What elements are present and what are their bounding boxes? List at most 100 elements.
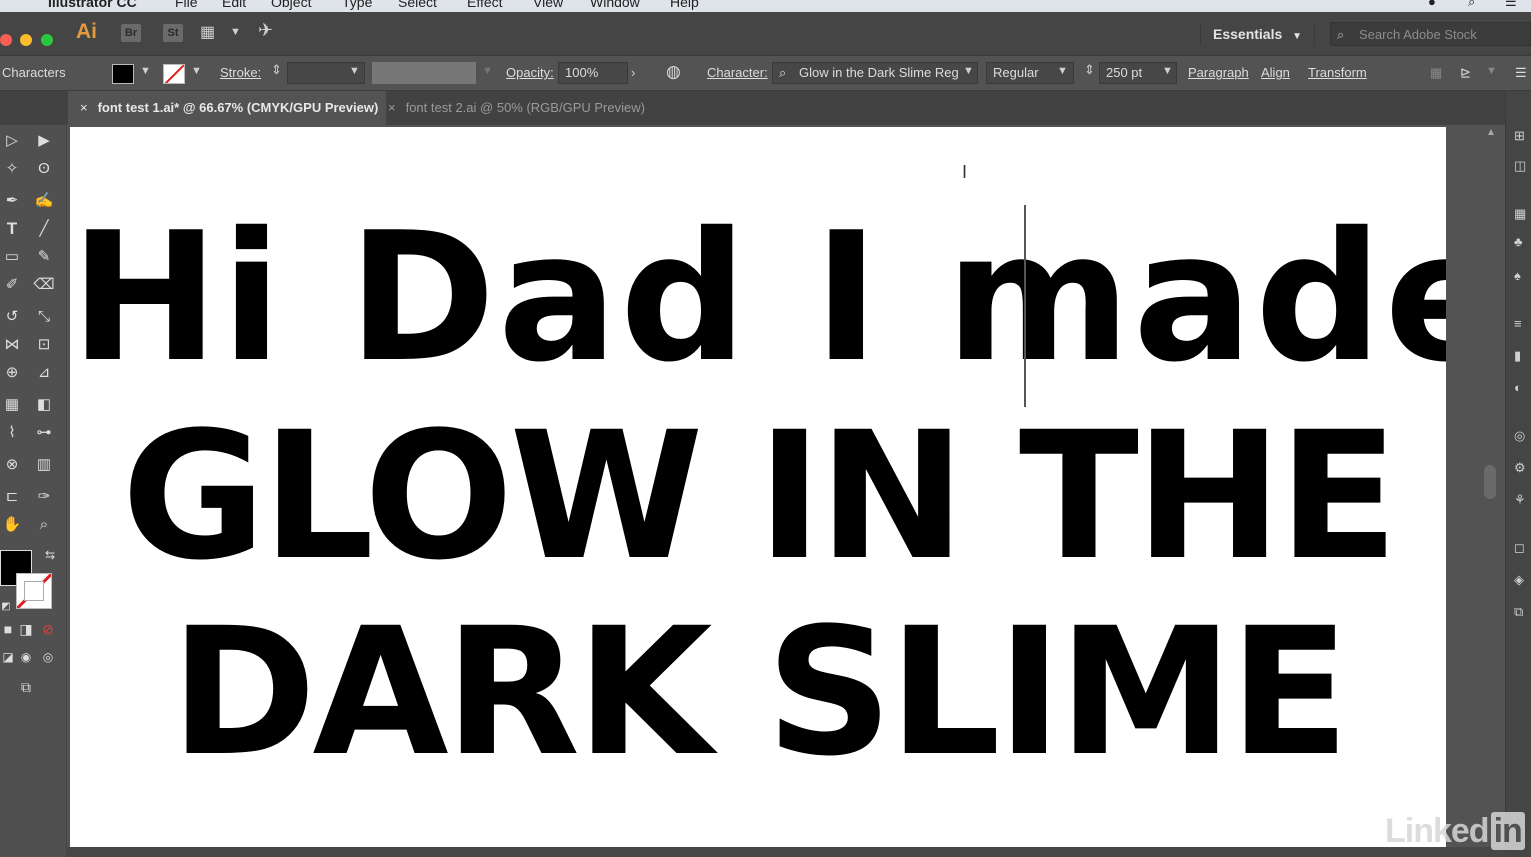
menu-view[interactable]: View bbox=[533, 0, 563, 10]
workspace-switcher[interactable]: Essentials ▼ bbox=[1200, 23, 1316, 45]
width-tool-icon[interactable]: ⋈ bbox=[0, 333, 24, 357]
artboards-panel-icon[interactable]: ◻ bbox=[1514, 539, 1531, 557]
menu-help[interactable]: Help bbox=[670, 0, 699, 10]
menu-app[interactable]: Illustrator CC bbox=[48, 0, 137, 10]
character-label[interactable]: Character: bbox=[707, 65, 768, 80]
menu-window[interactable]: Window bbox=[590, 0, 640, 10]
draw-inside-icon[interactable]: ◎ bbox=[36, 645, 60, 669]
none-mode-icon[interactable]: ⊘ bbox=[36, 617, 60, 641]
recolor-artwork-icon[interactable]: ◍ bbox=[666, 62, 681, 82]
arrange-documents-icon[interactable]: ▦ bbox=[200, 22, 215, 42]
menu-file[interactable]: File bbox=[175, 0, 198, 10]
brushes-panel-icon[interactable]: ♣ bbox=[1514, 233, 1531, 251]
chevron-down-icon[interactable]: ▼ bbox=[349, 65, 360, 77]
hand-tool-icon[interactable]: ✋ bbox=[0, 513, 24, 537]
blend-tool-icon[interactable]: ⊶ bbox=[32, 421, 56, 445]
pen-tool-icon[interactable]: ✒ bbox=[0, 189, 24, 213]
graph-tool-icon[interactable]: ▥ bbox=[32, 453, 56, 477]
stroke-label[interactable]: Stroke: bbox=[220, 65, 261, 80]
chevron-down-icon[interactable]: ▼ bbox=[140, 65, 151, 77]
chevron-right-icon[interactable]: › bbox=[631, 65, 635, 80]
font-family-field[interactable]: ⌕ Glow in the Dark Slime Reg bbox=[772, 62, 978, 84]
minimize-window-button[interactable] bbox=[20, 34, 32, 46]
notification-icon[interactable]: ☰ bbox=[1505, 0, 1517, 10]
tab-font-test-2[interactable]: × font test 2.ai @ 50% (RGB/GPU Preview) bbox=[376, 91, 658, 125]
chevron-down-icon[interactable]: ▼ bbox=[963, 65, 974, 77]
artwork-line-1[interactable]: Hi Dad I made bbox=[70, 209, 1446, 387]
close-window-button[interactable] bbox=[0, 34, 12, 46]
bridge-button[interactable]: Br bbox=[121, 24, 141, 42]
isolate-icon[interactable]: ⊵ bbox=[1460, 65, 1471, 81]
search-stock-input[interactable]: ⌕ Search Adobe Stock bbox=[1330, 22, 1531, 46]
menu-object[interactable]: Object bbox=[271, 0, 311, 10]
close-icon[interactable]: × bbox=[388, 100, 396, 115]
selection-tool-icon[interactable]: ▷ bbox=[0, 129, 24, 153]
chevron-down-icon[interactable]: ▼ bbox=[1057, 65, 1068, 77]
swap-colors-icon[interactable]: ⇆ bbox=[38, 543, 62, 567]
artwork-line-2[interactable]: GLOW IN THE bbox=[70, 409, 1446, 585]
menu-select[interactable]: Select bbox=[398, 0, 437, 10]
transform-link[interactable]: Transform bbox=[1308, 65, 1367, 80]
vertical-scrollbar[interactable]: ▲ bbox=[1478, 125, 1502, 847]
variable-width-profile[interactable] bbox=[372, 62, 476, 84]
graphic-styles-panel-icon[interactable]: ⚙ bbox=[1514, 459, 1531, 477]
screen-mode-icon[interactable]: ⧉ bbox=[14, 675, 38, 699]
line-segment-tool-icon[interactable]: ╱ bbox=[32, 217, 56, 241]
artboard-tool-icon[interactable]: ⊏ bbox=[0, 485, 24, 509]
eyedropper-tool-icon[interactable]: ⌇ bbox=[0, 421, 24, 445]
type-tool-icon[interactable]: T bbox=[0, 217, 24, 241]
free-transform-tool-icon[interactable]: ⊡ bbox=[32, 333, 56, 357]
lasso-tool-icon[interactable]: ʘ bbox=[32, 157, 56, 181]
gradient-tool-icon[interactable]: ◧ bbox=[32, 393, 56, 417]
default-colors-icon[interactable]: ◩ bbox=[0, 595, 18, 619]
zoom-window-button[interactable] bbox=[41, 34, 53, 46]
links-panel-icon[interactable]: ⧉ bbox=[1514, 603, 1531, 621]
chevron-down-icon[interactable]: ▼ bbox=[230, 26, 241, 38]
stroke-panel-icon[interactable]: ≡ bbox=[1514, 315, 1531, 333]
close-icon[interactable]: × bbox=[80, 100, 88, 115]
symbol-sprayer-tool-icon[interactable]: ⊗ bbox=[0, 453, 24, 477]
menu-type[interactable]: Type bbox=[342, 0, 372, 10]
layers-panel-icon[interactable]: ◈ bbox=[1514, 571, 1531, 589]
grid-icon[interactable]: ▦ bbox=[1430, 65, 1442, 81]
chevron-down-icon[interactable]: ▼ bbox=[191, 65, 202, 77]
transparency-panel-icon[interactable]: ◐ bbox=[1514, 379, 1531, 397]
eraser-tool-icon[interactable]: ⌫ bbox=[32, 273, 56, 297]
color-guide-panel-icon[interactable]: ⚘ bbox=[1514, 491, 1531, 509]
properties-panel-icon[interactable]: ⊞ bbox=[1514, 127, 1531, 145]
artwork-line-3[interactable]: DARK SLIME bbox=[70, 605, 1446, 781]
libraries-panel-icon[interactable]: ◫ bbox=[1514, 157, 1531, 175]
stroke-swatch[interactable] bbox=[163, 64, 185, 84]
paragraph-link[interactable]: Paragraph bbox=[1188, 65, 1249, 80]
rotate-tool-icon[interactable]: ↺ bbox=[0, 305, 24, 329]
zoom-tool-icon[interactable]: ⌕ bbox=[32, 513, 56, 537]
perspective-grid-tool-icon[interactable]: ⊿ bbox=[32, 361, 56, 385]
scale-tool-icon[interactable]: ⤡ bbox=[32, 305, 56, 329]
symbols-panel-icon[interactable]: ♠ bbox=[1514, 267, 1531, 285]
chevron-down-icon[interactable]: ▼ bbox=[482, 65, 493, 77]
tab-font-test-1[interactable]: × font test 1.ai* @ 66.67% (CMYK/GPU Prev… bbox=[68, 91, 386, 125]
chevron-down-icon[interactable]: ▼ bbox=[1162, 65, 1173, 77]
stock-button[interactable]: St bbox=[163, 24, 183, 42]
stroke-stepper-icon[interactable]: ⇕ bbox=[271, 62, 282, 78]
scrollbar-thumb[interactable] bbox=[1484, 465, 1496, 499]
swatches-panel-icon[interactable]: ▦ bbox=[1514, 205, 1531, 223]
scroll-up-icon[interactable]: ▲ bbox=[1486, 127, 1496, 138]
draw-behind-icon[interactable]: ◉ bbox=[14, 645, 38, 669]
creative-cloud-icon[interactable]: ● bbox=[1428, 0, 1436, 9]
rectangle-tool-icon[interactable]: ▭ bbox=[0, 245, 24, 269]
fill-swatch[interactable] bbox=[112, 64, 134, 84]
curvature-tool-icon[interactable]: ✍ bbox=[32, 189, 56, 213]
gpu-performance-icon[interactable]: ✈ bbox=[258, 20, 273, 41]
slice-tool-icon[interactable]: ✑ bbox=[32, 485, 56, 509]
menu-effect[interactable]: Effect bbox=[467, 0, 503, 10]
menu-edit[interactable]: Edit bbox=[222, 0, 246, 10]
opacity-label[interactable]: Opacity: bbox=[506, 65, 554, 80]
mesh-tool-icon[interactable]: ▦ bbox=[0, 393, 24, 417]
chevron-down-icon[interactable]: ▼ bbox=[1486, 65, 1497, 77]
gradient-panel-icon[interactable]: ▮ bbox=[1514, 347, 1531, 365]
align-link[interactable]: Align bbox=[1261, 65, 1290, 80]
magic-wand-tool-icon[interactable]: ✧ bbox=[0, 157, 24, 181]
stroke-color-swatch[interactable] bbox=[16, 573, 52, 609]
opacity-field[interactable]: 100% bbox=[558, 62, 628, 84]
